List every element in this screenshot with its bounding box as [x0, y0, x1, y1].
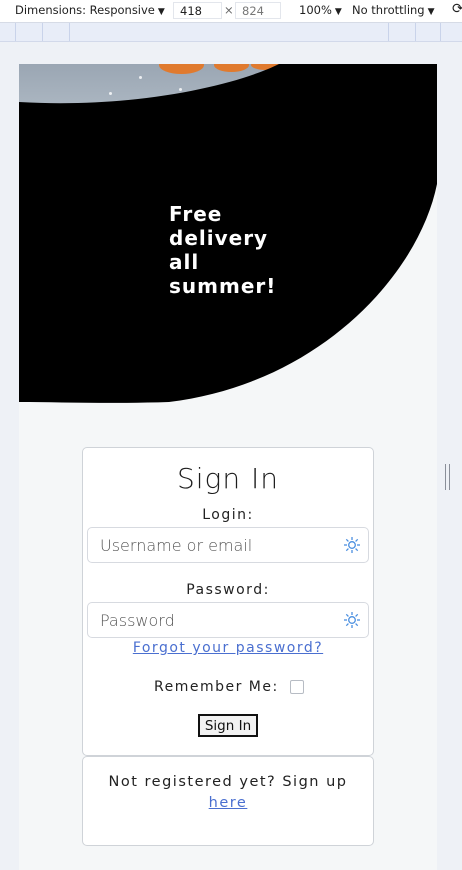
zoom-dropdown[interactable]: 100% ▼	[299, 3, 342, 17]
viewport-width-input[interactable]: 418	[173, 2, 222, 19]
dimensions-label: Dimensions: Responsive	[15, 3, 155, 17]
password-manager-icon[interactable]	[343, 536, 361, 554]
remember-me-label: Remember Me:	[154, 679, 279, 695]
zoom-label: 100%	[299, 3, 332, 17]
username-field-wrapper	[87, 527, 369, 563]
device-viewport: Free delivery all summer! Sign In Login:…	[19, 64, 437, 870]
rotate-icon[interactable]: ⟳	[452, 1, 462, 17]
login-label: Login:	[202, 507, 254, 523]
throttling-dropdown[interactable]: No throttling ▼	[352, 3, 435, 17]
password-manager-icon[interactable]	[343, 611, 361, 629]
register-card: Not registered yet? Sign up here	[82, 756, 374, 846]
signin-button[interactable]: Sign In	[198, 714, 258, 737]
password-field-wrapper	[87, 602, 369, 638]
dimension-separator: ×	[224, 3, 234, 17]
viewport-height-input[interactable]: 824	[235, 2, 281, 19]
signin-title: Sign In	[176, 462, 279, 495]
chevron-down-icon: ▼	[427, 7, 435, 17]
username-input[interactable]	[88, 528, 350, 562]
signin-card: Sign In Login: Password:	[82, 447, 374, 756]
throttling-label: No throttling	[352, 3, 425, 17]
register-prompt: Not registered yet? Sign up here	[83, 772, 373, 814]
promo-banner-text: Free delivery all summer!	[169, 202, 277, 298]
password-label: Password:	[186, 582, 270, 598]
devtools-toolbar: Dimensions: Responsive ▼ 418 × 824 100% ▼ …	[0, 0, 462, 23]
register-text: Not registered yet? Sign up	[108, 774, 348, 790]
media-query-ruler[interactable]	[0, 23, 462, 42]
resize-handle[interactable]	[445, 464, 450, 490]
dimensions-dropdown[interactable]: Dimensions: Responsive ▼	[15, 3, 165, 17]
register-link[interactable]: here	[209, 795, 248, 811]
forgot-password-link[interactable]: Forgot your password?	[83, 640, 373, 656]
chevron-down-icon: ▼	[157, 7, 165, 17]
chevron-down-icon: ▼	[334, 7, 342, 17]
password-input[interactable]	[88, 603, 350, 637]
remember-me-checkbox[interactable]	[290, 680, 304, 694]
